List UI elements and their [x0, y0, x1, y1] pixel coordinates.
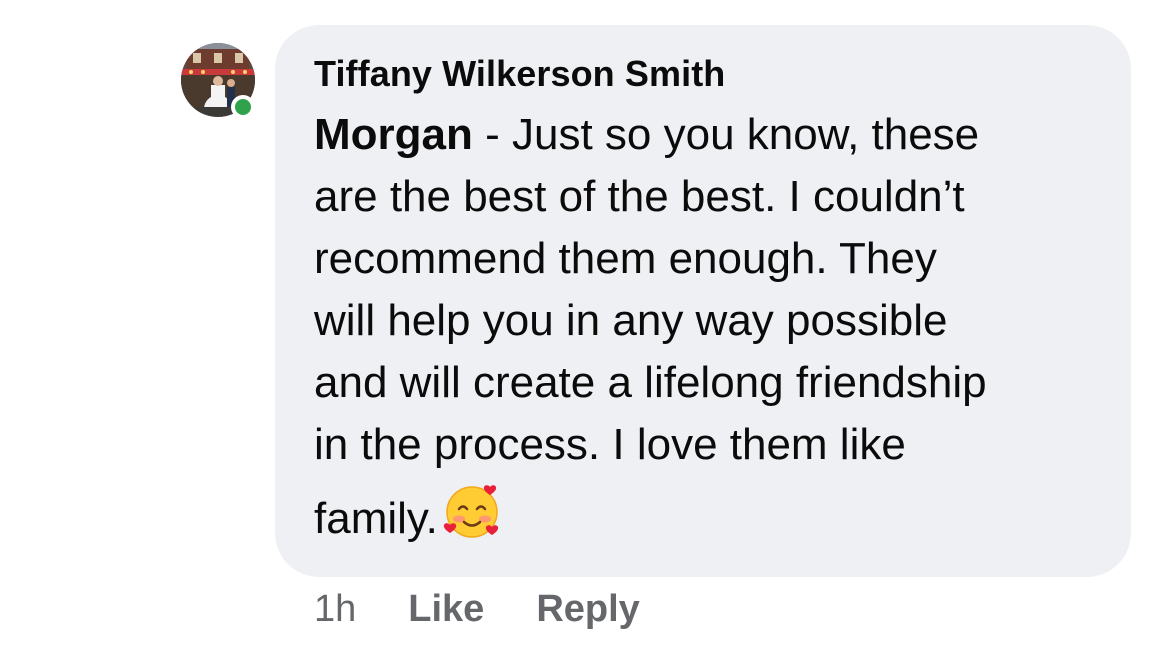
reply-button[interactable]: Reply	[536, 588, 639, 631]
mention-link[interactable]: Morgan	[314, 110, 473, 159]
avatar[interactable]	[181, 43, 255, 119]
smiling-face-with-hearts-icon	[442, 481, 502, 558]
comment-text-line: are the best of the best. I couldn’t	[314, 172, 965, 221]
like-button[interactable]: Like	[408, 588, 484, 631]
comment-text-line: recommend them enough. They	[314, 234, 937, 283]
comment-text-line: in the process. I love them like	[314, 420, 906, 469]
comment-text-line: family.	[314, 494, 438, 543]
comment-text-line: - Just so you know, these	[472, 110, 980, 159]
online-status-indicator	[231, 95, 255, 119]
comment-body: Morgan - Just so you know, these are the …	[314, 104, 1114, 558]
comment-author[interactable]: Tiffany Wilkerson Smith	[314, 52, 725, 96]
comment: Tiffany Wilkerson Smith Morgan - Just so…	[0, 0, 1169, 672]
comment-actions: 1h Like Reply	[314, 584, 692, 634]
comment-text-line: will help you in any way possible	[314, 296, 948, 345]
comment-timestamp[interactable]: 1h	[314, 588, 356, 631]
comment-text-line: and will create a lifelong friendship	[314, 358, 987, 407]
